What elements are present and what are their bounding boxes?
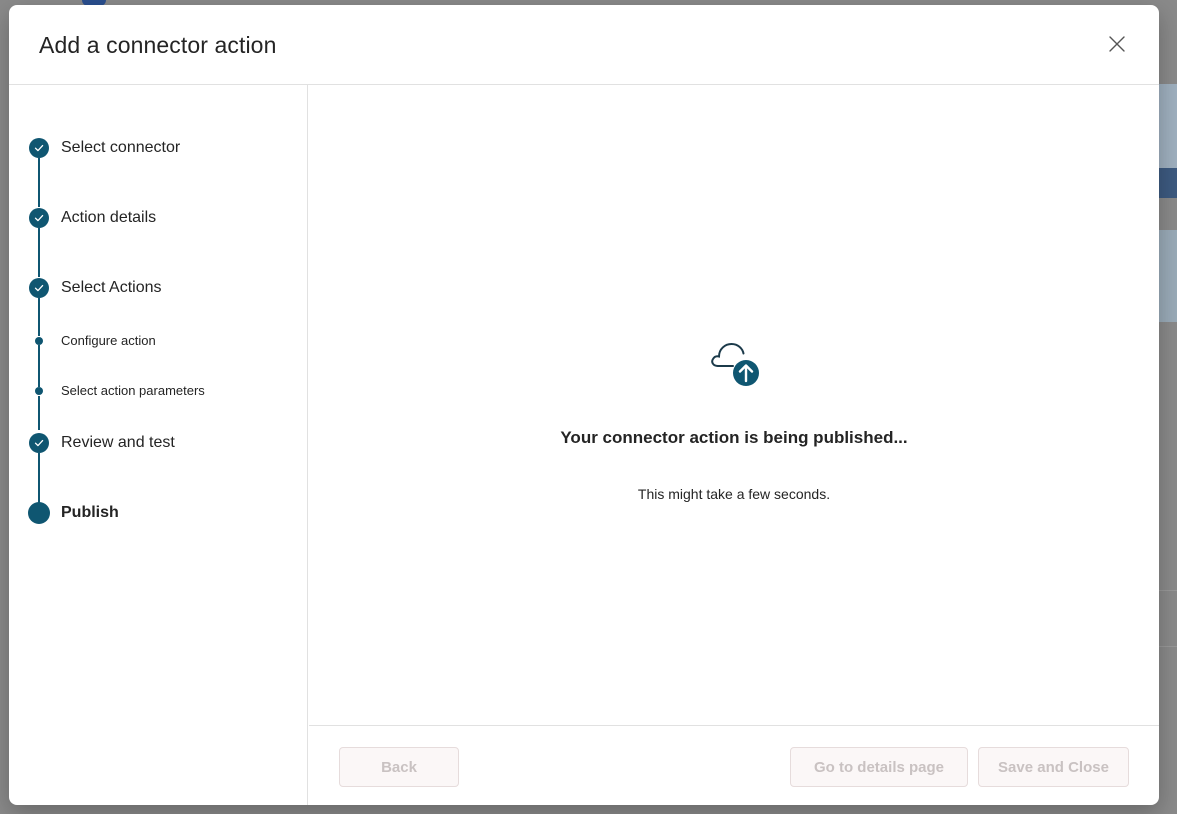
step-connector <box>38 396 40 430</box>
publish-status-heading: Your connector action is being published… <box>560 428 908 447</box>
check-icon <box>29 208 49 228</box>
save-and-close-button[interactable]: Save and Close <box>978 747 1129 787</box>
publish-status-subtext: This might take a few seconds. <box>637 486 831 502</box>
dialog-title: Add a connector action <box>39 32 277 58</box>
step-connector <box>38 158 40 207</box>
background-card <box>1158 230 1177 322</box>
connector-action-dialog: Add a connector action Select connector … <box>9 5 1159 805</box>
close-icon <box>1109 36 1125 52</box>
current-step-indicator <box>28 502 50 524</box>
close-button[interactable] <box>1105 32 1129 56</box>
wizard-steps: Select connector Action details Select A… <box>9 85 308 805</box>
go-to-details-button[interactable]: Go to details page <box>790 747 968 787</box>
background-divider <box>1158 590 1177 591</box>
step-review-and-test: Review and test <box>61 434 175 451</box>
step-select-actions: Select Actions <box>61 279 162 296</box>
step-action-details: Action details <box>61 209 157 226</box>
check-icon <box>29 278 49 298</box>
background-banner <box>1158 168 1177 198</box>
step-connector <box>38 298 40 336</box>
dialog-footer: Back Go to details page Save and Close <box>309 725 1159 805</box>
step-connector <box>38 228 40 277</box>
step-select-connector: Select connector <box>61 139 181 156</box>
substep-dot <box>35 337 43 345</box>
background-panel <box>1158 84 1177 168</box>
check-icon <box>29 138 49 158</box>
dialog-header: Add a connector action <box>9 5 1159 85</box>
publish-status-panel: Your connector action is being published… <box>309 85 1159 725</box>
background-divider <box>1158 646 1177 647</box>
check-icon <box>29 433 49 453</box>
step-connector <box>38 453 40 504</box>
substep-dot <box>35 387 43 395</box>
substep-select-action-parameters: Select action parameters <box>61 383 205 398</box>
substep-configure-action: Configure action <box>61 333 156 348</box>
back-button[interactable]: Back <box>339 747 459 787</box>
step-publish: Publish <box>61 504 119 521</box>
cloud-upload-icon <box>711 342 759 386</box>
step-connector <box>38 345 40 387</box>
